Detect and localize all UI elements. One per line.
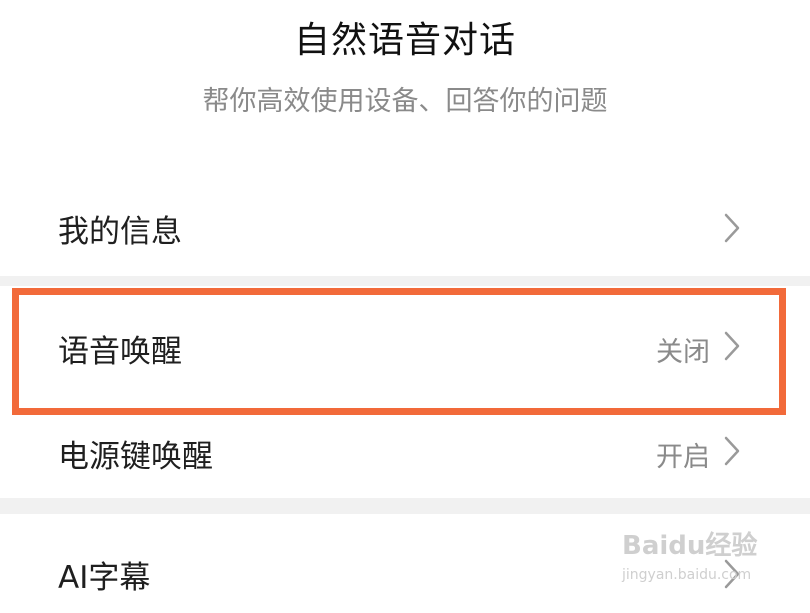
page-subtitle: 帮你高效使用设备、回答你的问题	[202, 86, 608, 117]
settings-row-label: 电源键唤醒	[58, 439, 213, 475]
settings-row-label: 我的信息	[58, 214, 182, 250]
chevron-right-icon	[724, 213, 740, 243]
settings-row-label: AI字幕	[58, 560, 151, 596]
chevron-right-icon	[724, 559, 740, 589]
page-title: 自然语音对话	[293, 20, 516, 61]
settings-row-my-info[interactable]: 我的信息	[0, 180, 810, 276]
chevron-right-icon	[724, 331, 740, 361]
settings-row-value: 关闭	[656, 337, 710, 368]
settings-row-voice-wake[interactable]: 语音唤醒 关闭	[0, 286, 810, 403]
settings-row-ai-subtitles[interactable]: AI字幕	[0, 514, 810, 613]
section-divider	[0, 276, 810, 286]
settings-row-label: 语音唤醒	[58, 334, 182, 370]
chevron-right-icon	[724, 436, 740, 466]
page-header: 自然语音对话 帮你高效使用设备、回答你的问题	[0, 0, 810, 180]
section-divider	[0, 498, 810, 514]
settings-row-value: 开启	[656, 442, 710, 473]
settings-row-power-key-wake[interactable]: 电源键唤醒 开启	[0, 403, 810, 498]
